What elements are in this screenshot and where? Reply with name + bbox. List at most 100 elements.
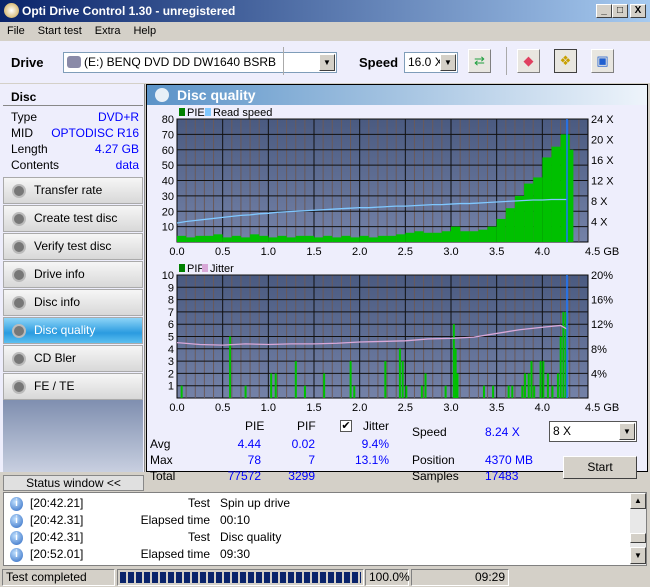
pie-bar — [305, 236, 314, 242]
pie-bar — [214, 234, 223, 242]
scroll-up-button[interactable]: ▲ — [630, 493, 646, 509]
pif-bar — [421, 386, 423, 398]
erase-button[interactable]: ◆ — [517, 49, 540, 73]
nav-transfer-rate[interactable]: Transfer rate — [3, 177, 143, 204]
nav-verify-test-disc[interactable]: Verify test disc — [3, 233, 143, 260]
minimize-button[interactable]: _ — [596, 4, 612, 18]
pie-bar — [442, 231, 451, 242]
y2-tick-label: 16 X — [591, 155, 614, 167]
pie-bar — [186, 237, 195, 242]
pif-bar — [181, 386, 183, 398]
disc-icon — [12, 240, 26, 254]
start-button[interactable]: Start — [563, 456, 637, 479]
drive-select[interactable]: (E:) BENQ DVD DD DW1640 BSRB ▼ — [63, 52, 337, 73]
log-time: [20:42.31] — [30, 530, 83, 544]
nav-disc-info[interactable]: Disc info — [3, 289, 143, 316]
status-window-toggle[interactable]: Status window << — [3, 475, 144, 491]
x-tick-label: 1.0 — [261, 402, 276, 414]
disc-mid: MIDOPTODISC R16 — [11, 126, 139, 140]
copy-button[interactable]: ❖ — [554, 49, 577, 73]
menu-file[interactable]: File — [0, 22, 31, 37]
pif-bar — [270, 373, 272, 398]
pif-bar — [540, 361, 542, 398]
y2-tick-label: 12 X — [591, 176, 614, 188]
pie-bar — [433, 233, 442, 242]
info-icon: i — [10, 497, 23, 511]
y-tick-label: 50 — [162, 160, 174, 172]
left-panel: Disc TypeDVD+R MIDOPTODISC R16 Length4.2… — [0, 84, 145, 472]
refresh-button[interactable]: ⇄ — [468, 49, 491, 73]
y-tick-label: 70 — [162, 129, 174, 141]
x-tick-label: 3.5 — [489, 402, 504, 414]
refresh-icon: ⇄ — [474, 53, 485, 68]
nav-label: Drive info — [34, 267, 85, 281]
chevron-down-icon[interactable]: ▼ — [619, 423, 635, 440]
jitter-header: Jitter — [363, 419, 389, 433]
y-tick-label: 10 — [162, 270, 174, 282]
menu-start-test[interactable]: Start test — [31, 22, 88, 37]
pif-bar — [229, 337, 231, 399]
close-button[interactable]: X — [630, 4, 646, 18]
nav-fe-te[interactable]: FE / TE — [3, 373, 143, 400]
jitter-checkbox[interactable]: ✔ — [340, 420, 352, 432]
pif-bar — [405, 386, 407, 398]
disc-icon — [12, 380, 26, 394]
log-value: Spin up drive — [220, 496, 290, 510]
menu-extra[interactable]: Extra — [88, 22, 127, 37]
log-value: 00:10 — [220, 513, 250, 527]
pie-bar — [414, 231, 423, 242]
pif-bar — [483, 386, 485, 398]
y-tick-label: 3 — [168, 356, 174, 368]
chevron-down-icon[interactable]: ▼ — [319, 54, 335, 71]
pie-header: PIE — [245, 419, 264, 433]
x-tick-label: 0.0 — [169, 402, 184, 414]
pif-bar — [353, 386, 355, 398]
pif-bar — [521, 386, 523, 398]
pie-bar — [551, 147, 560, 242]
stat-pie: 78 — [207, 453, 261, 467]
scroll-down-button[interactable]: ▼ — [630, 547, 646, 564]
nav-disc-quality[interactable]: Disc quality — [3, 317, 143, 344]
pif-bar — [542, 361, 544, 398]
test-speed-select[interactable]: 8 X ▼ — [549, 421, 637, 442]
x-tick-label: 3.0 — [443, 402, 458, 414]
y2-tick-label: 12% — [591, 319, 613, 331]
pie-bar — [451, 227, 460, 242]
y-tick-label: 9 — [168, 282, 174, 294]
maximize-button[interactable]: □ — [612, 4, 628, 18]
legend-swatch-read-speed — [205, 108, 211, 116]
log-scrollbar[interactable]: ▲ ▼ — [630, 493, 646, 565]
menu-help[interactable]: Help — [126, 22, 162, 37]
disc-type: TypeDVD+R — [11, 110, 139, 124]
stat-pie: 4.44 — [207, 437, 261, 451]
pie-bar — [396, 234, 405, 242]
speed-select[interactable]: 16.0 X ▼ — [404, 52, 458, 73]
save-icon: ▣ — [596, 53, 608, 68]
y-tick-label: 7 — [168, 307, 174, 319]
toolbar: Drive (E:) BENQ DVD DD DW1640 BSRB ▼ Spe… — [0, 41, 650, 83]
pie-bar — [195, 236, 204, 242]
stat-row-label: Total — [150, 469, 175, 483]
status-bar: Test completed 100.0% 09:29 — [0, 568, 650, 587]
speed-value: 16.0 X — [408, 55, 443, 69]
scroll-thumb[interactable] — [630, 533, 646, 543]
save-button[interactable]: ▣ — [591, 49, 614, 73]
pif-bar — [295, 361, 297, 398]
pie-bar — [567, 150, 573, 242]
log-key: Test — [104, 496, 210, 510]
pif-bar — [508, 386, 510, 398]
chevron-down-icon[interactable]: ▼ — [440, 54, 456, 71]
nav-create-test-disc[interactable]: Create test disc — [3, 205, 143, 232]
disc-icon — [12, 324, 26, 338]
pie-bar — [314, 237, 323, 242]
legend-swatch-pie — [179, 108, 185, 116]
nav-drive-info[interactable]: Drive info — [3, 261, 143, 288]
pie-bar — [378, 236, 387, 242]
nav-cd-bler[interactable]: CD Bler — [3, 345, 143, 372]
y-tick-label: 20 — [162, 206, 174, 218]
stat-jitter: 9.4% — [337, 437, 389, 451]
legend-swatch-pif — [179, 264, 185, 272]
position-value: 4370 MB — [485, 453, 533, 467]
stat-pie: 77572 — [207, 469, 261, 483]
pie-bar — [177, 236, 186, 242]
